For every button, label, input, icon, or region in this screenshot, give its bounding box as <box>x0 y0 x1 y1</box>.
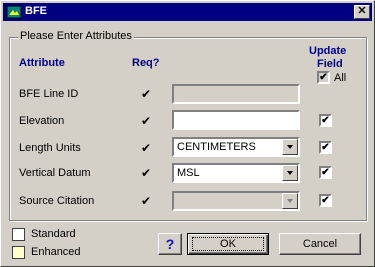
check-icon: ✔ <box>321 142 330 153</box>
check-icon: ✔ <box>319 72 328 83</box>
standard-legend-label: Standard <box>31 228 76 240</box>
req-check-icon: ✔ <box>141 141 152 155</box>
help-button[interactable]: ? <box>158 233 182 255</box>
row-label-source-citation: Source Citation <box>19 195 95 207</box>
dropdown-button[interactable] <box>282 193 298 209</box>
attribute-header: Attribute <box>19 57 65 69</box>
update-header-line1: Update <box>309 45 347 57</box>
cancel-button[interactable]: Cancel <box>279 233 361 255</box>
check-icon: ✔ <box>321 195 330 206</box>
bfe-line-id-field[interactable] <box>172 84 300 104</box>
close-button[interactable]: ✕ <box>354 5 370 19</box>
check-icon: ✔ <box>321 167 330 178</box>
update-length-units-checkbox[interactable]: ✔ <box>319 141 332 154</box>
update-source-citation-checkbox[interactable]: ✔ <box>319 194 332 207</box>
check-icon: ✔ <box>321 115 330 126</box>
update-all-label: All <box>334 72 347 84</box>
help-icon: ? <box>165 236 175 252</box>
title-bar[interactable]: BFE ✕ <box>3 3 372 21</box>
focus-rect <box>192 237 264 251</box>
req-check-icon: ✔ <box>141 194 152 208</box>
ok-button[interactable]: OK <box>187 233 269 255</box>
update-header-line2: Field <box>317 58 343 70</box>
enhanced-legend-swatch <box>12 246 25 259</box>
window-title: BFE <box>25 5 47 17</box>
app-icon <box>6 5 22 19</box>
chevron-down-icon <box>287 171 293 175</box>
elevation-field[interactable] <box>172 110 300 130</box>
dropdown-button[interactable] <box>282 165 298 181</box>
cancel-label: Cancel <box>302 238 338 250</box>
group-caption: Please Enter Attributes <box>18 30 134 42</box>
source-citation-dropdown[interactable] <box>172 191 300 211</box>
row-label-length-units: Length Units <box>19 142 81 154</box>
length-units-dropdown[interactable]: CENTIMETERS <box>172 137 300 157</box>
update-vertical-datum-checkbox[interactable]: ✔ <box>319 166 332 179</box>
update-all-checkbox[interactable]: ✔ <box>317 71 330 84</box>
enhanced-legend-label: Enhanced <box>31 246 81 258</box>
req-check-icon: ✔ <box>141 114 152 128</box>
row-label-elevation: Elevation <box>19 115 65 127</box>
standard-legend-swatch <box>12 228 25 241</box>
req-header: Req? <box>132 57 160 69</box>
close-icon: ✕ <box>357 5 367 17</box>
chevron-down-icon <box>287 199 293 203</box>
update-elevation-checkbox[interactable]: ✔ <box>319 114 332 127</box>
chevron-down-icon <box>287 145 293 149</box>
req-check-icon: ✔ <box>141 87 152 101</box>
vertical-datum-dropdown[interactable]: MSL <box>172 163 300 183</box>
bfe-dialog: BFE ✕ Please Enter Attributes Attribute … <box>0 0 375 267</box>
req-check-icon: ✔ <box>141 166 152 180</box>
row-label-bfe-line-id: BFE Line ID <box>19 88 79 100</box>
row-label-vertical-datum: Vertical Datum <box>19 167 91 179</box>
dropdown-button[interactable] <box>282 139 298 155</box>
